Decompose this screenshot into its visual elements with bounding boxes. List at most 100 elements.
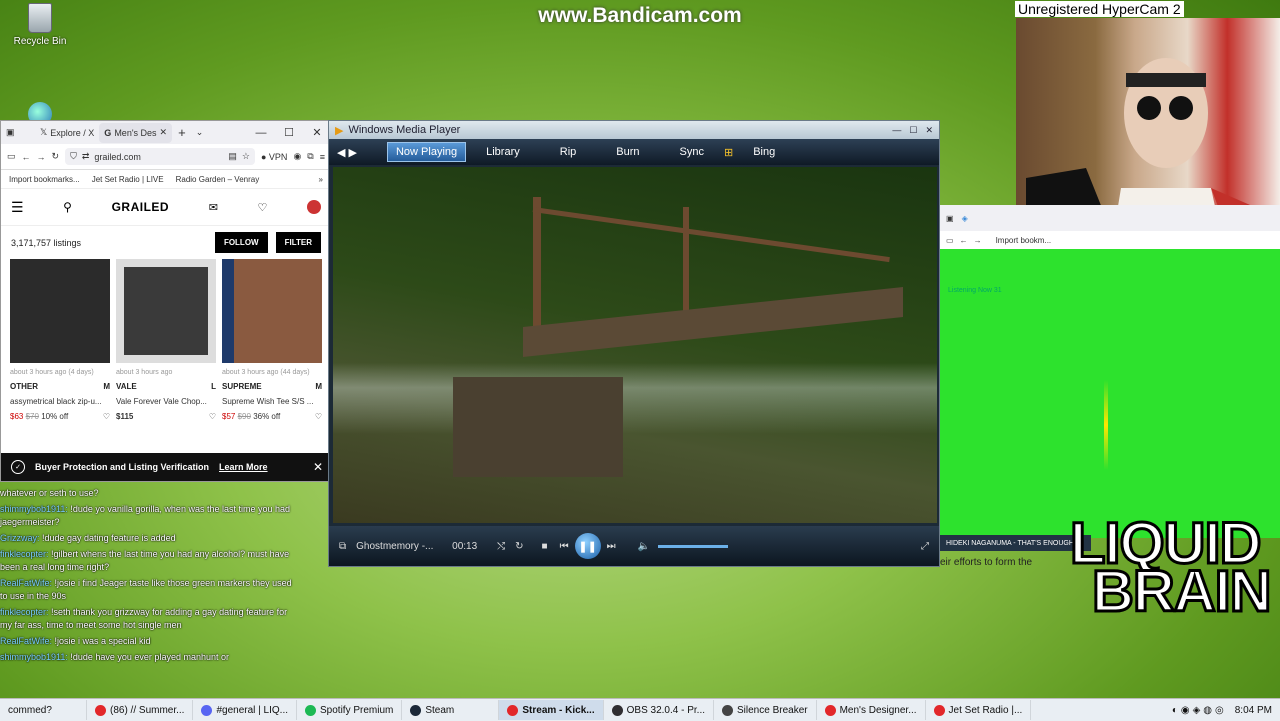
bookmark-import[interactable]: Import bookmarks... <box>9 175 80 184</box>
taskbar-label: Spotify Premium <box>320 704 394 716</box>
hamburger-icon[interactable]: ☰ <box>11 199 24 216</box>
tab-burn[interactable]: Burn <box>596 146 659 158</box>
listing-card[interactable]: about 3 hours ago VALE L Vale Forever Val… <box>116 259 216 421</box>
volume-slider[interactable] <box>658 544 729 548</box>
taskbar-item[interactable]: (86) // Summer... <box>87 700 194 720</box>
back-icon[interactable]: ← <box>22 152 31 162</box>
switch-to-library-icon[interactable]: ⤢ <box>921 541 929 552</box>
track-name: Ghostmemory -... <box>356 540 434 552</box>
tab-explore-x[interactable]: 𝕏 Explore / X <box>35 123 99 143</box>
windows-logo-icon: ⊞ <box>723 146 734 159</box>
forward-icon[interactable]: → <box>37 152 46 162</box>
account-icon[interactable]: ◉ <box>293 151 301 162</box>
close-tab-icon[interactable]: ✕ <box>160 127 168 138</box>
site-logo[interactable]: GRAILED <box>112 200 170 214</box>
bookmark-jet-set-radio[interactable]: Jet Set Radio | LIVE <box>92 175 164 184</box>
taskbar-item[interactable]: Men's Designer... <box>817 700 926 720</box>
bookmark-import[interactable]: Import bookm... <box>996 236 1052 245</box>
listing-card[interactable]: about 3 hours ago (4 days) OTHER M assyme… <box>10 259 110 421</box>
wmp-title: Windows Media Player <box>348 124 461 136</box>
clock[interactable]: 8:04 PM <box>1235 705 1280 716</box>
pause-button[interactable]: ❚❚ <box>574 533 601 559</box>
chat-message: shimmybob1911: !dude have you ever playe… <box>0 651 300 664</box>
browser-window: ▣ 𝕏 Explore / X G Men's Des ✕ + ⌄ — ☐ ✕ … <box>0 120 332 482</box>
listing-card[interactable]: about 3 hours ago (44 days) SUPREME M Sup… <box>222 259 322 421</box>
tab-library[interactable]: Library <box>466 146 540 158</box>
taskbar-left-label[interactable]: commed? <box>0 700 87 720</box>
search-icon[interactable]: ⚲ <box>63 200 72 214</box>
wmp-back-icon[interactable]: ◀ ▶ <box>337 146 357 159</box>
vpn-button[interactable]: ● VPN <box>261 152 287 162</box>
wmp-close-button[interactable]: ✕ <box>925 125 933 136</box>
chat-message: RealFatWife: !josie i was a special kid <box>0 635 300 648</box>
taskbar-item[interactable]: Stream - Kick... <box>499 700 604 720</box>
hypercam-label: Unregistered HyperCam 2 <box>1015 1 1184 17</box>
bookmarks-overflow-icon[interactable]: » <box>319 175 323 184</box>
tab-label: Explore / X <box>50 127 95 138</box>
taskbar-item[interactable]: #general | LIQ... <box>193 700 297 720</box>
tab-rip[interactable]: Rip <box>540 146 597 158</box>
favorite-heart-icon[interactable]: ♡ <box>315 412 322 421</box>
tab-sidebar-toggle[interactable]: ▣ <box>1 123 35 143</box>
tab-icon[interactable]: ▣ <box>946 214 954 223</box>
pause-icon: ❚❚ <box>578 540 597 553</box>
wmp-maximize-button[interactable]: ☐ <box>909 125 917 136</box>
back-icon[interactable]: ← <box>960 236 968 245</box>
new-tab-icon[interactable]: + <box>172 125 192 140</box>
extensions-icon[interactable]: ⧉ <box>307 151 313 162</box>
follow-button[interactable]: FOLLOW <box>214 232 268 253</box>
forward-icon[interactable]: → <box>974 236 982 245</box>
reload-icon[interactable]: ↻ <box>52 151 60 162</box>
taskbar-item[interactable]: OBS 32.0.4 - Pr... <box>604 700 714 720</box>
favorite-heart-icon[interactable]: ♡ <box>103 412 110 421</box>
tab-list-icon[interactable]: ⌄ <box>192 127 208 138</box>
close-banner-icon[interactable]: ✕ <box>313 460 323 474</box>
stop-icon[interactable]: ■ <box>542 541 548 552</box>
taskbar-item[interactable]: Jet Set Radio |... <box>926 700 1032 720</box>
star-icon[interactable]: ☆ <box>242 151 250 162</box>
wmp-minimize-button[interactable]: — <box>892 125 901 136</box>
messages-icon[interactable]: ✉ <box>209 201 218 214</box>
listing-image[interactable] <box>222 259 322 363</box>
listing-title: assymetrical black zip-u... <box>10 397 102 406</box>
bookmarks-bar: Import bookmarks... Jet Set Radio | LIVE… <box>1 170 331 189</box>
taskbar-label: Silence Breaker <box>737 704 808 716</box>
minimize-button[interactable]: — <box>247 127 275 139</box>
sidebar-icon[interactable]: ▭ <box>7 151 16 162</box>
listing-image[interactable] <box>10 259 110 363</box>
listing-price: $63 <box>10 412 24 421</box>
tab-grailed[interactable]: G Men's Des ✕ <box>99 122 173 143</box>
listing-header: 3,171,757 listings FOLLOW FILTER <box>1 226 331 259</box>
view-icon[interactable]: ⧉ <box>339 541 346 552</box>
favorite-heart-icon[interactable]: ♡ <box>209 412 216 421</box>
filter-button[interactable]: FILTER <box>275 232 321 253</box>
tray-icons[interactable]: ◐◉◈◍◎ <box>1172 705 1227 716</box>
previous-icon[interactable]: ⏮ <box>560 541 569 552</box>
avatar[interactable] <box>307 200 321 214</box>
next-icon[interactable]: ⏭ <box>607 541 616 552</box>
bookmark-radio-garden[interactable]: Radio Garden – Venray <box>176 175 260 184</box>
shuffle-icon[interactable]: ⤭ <box>497 541 505 552</box>
tab-icon[interactable]: ◈ <box>962 214 968 223</box>
video-area[interactable] <box>333 167 937 523</box>
taskbar-item[interactable]: Silence Breaker <box>714 700 817 720</box>
listing-image[interactable] <box>116 259 216 363</box>
listing-meta: about 3 hours ago <box>116 369 173 376</box>
address-bar[interactable]: ⛉ ⇄ grailed.com ▤ ☆ <box>65 148 255 165</box>
maximize-button[interactable]: ☐ <box>275 126 303 139</box>
volume-icon[interactable]: 🔈 <box>638 541 650 552</box>
sidebar-icon[interactable]: ▭ <box>946 236 954 245</box>
tab-now-playing[interactable]: Now Playing <box>386 142 467 162</box>
repeat-icon[interactable]: ↻ <box>515 541 523 552</box>
learn-more-link[interactable]: Learn More <box>219 462 268 472</box>
audio-visualizer <box>1104 380 1108 470</box>
tab-sync[interactable]: Sync <box>660 146 724 158</box>
menu-icon[interactable]: ≡ <box>320 152 325 162</box>
heart-icon[interactable]: ♡ <box>258 201 268 214</box>
tab-bing[interactable]: Bing <box>733 146 795 158</box>
close-button[interactable]: ✕ <box>303 126 331 139</box>
reader-icon[interactable]: ▤ <box>228 151 237 162</box>
taskbar-item[interactable]: Steam <box>402 700 500 720</box>
taskbar-item[interactable]: Spotify Premium <box>297 700 403 720</box>
app-icon <box>933 704 945 716</box>
